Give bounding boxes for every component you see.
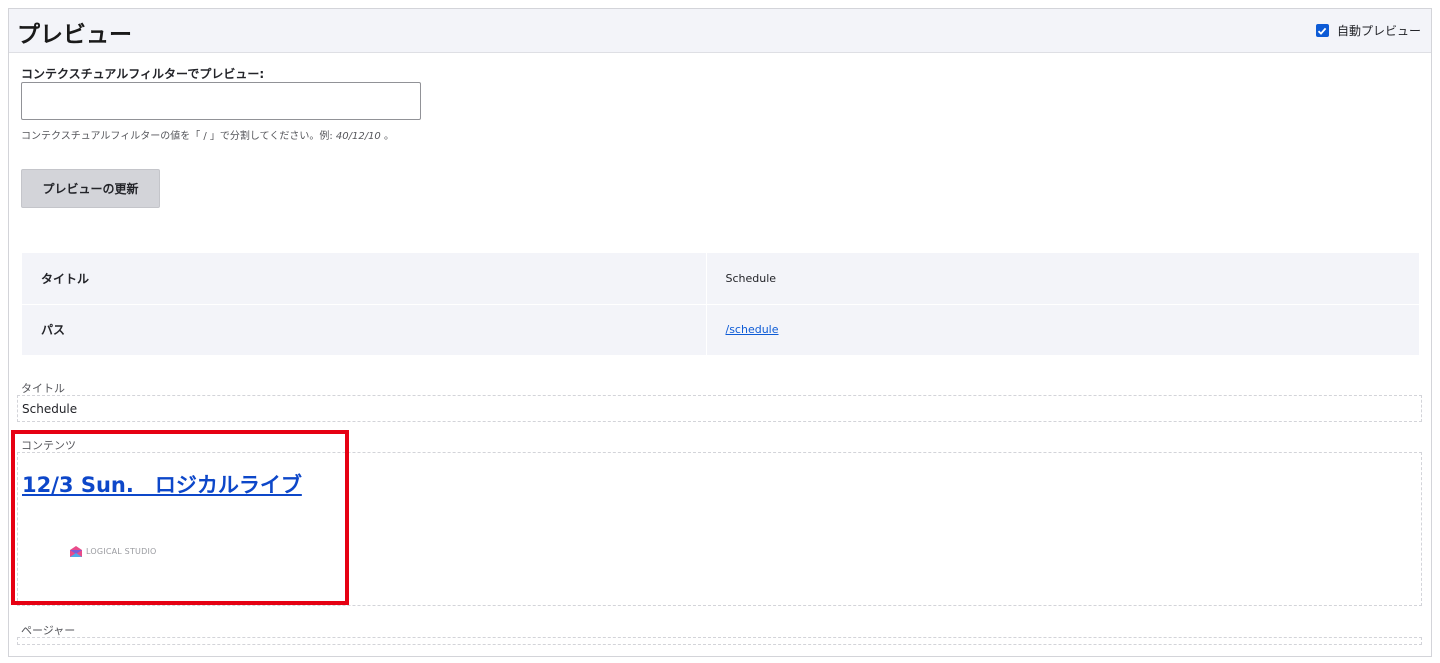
panel-title: プレビュー xyxy=(17,22,132,48)
checkmark-icon xyxy=(1318,27,1327,35)
info-value-path: /schedule xyxy=(706,304,1419,355)
preview-panel: プレビュー 自動プレビュー コンテクスチュアルフィルターでプレビュー: コンテク… xyxy=(8,8,1432,657)
pager-field-label: ページャー xyxy=(21,624,76,637)
highlight-box xyxy=(11,430,349,605)
pager-field-box xyxy=(17,637,1422,645)
update-preview-button[interactable]: プレビューの更新 xyxy=(21,169,160,208)
info-value-title: Schedule xyxy=(706,253,1419,305)
table-row: タイトル Schedule xyxy=(22,253,1419,305)
preview-info-table: タイトル Schedule パス /schedule xyxy=(22,253,1419,355)
auto-preview-toggle[interactable]: 自動プレビュー xyxy=(1315,22,1421,39)
auto-preview-checkbox[interactable] xyxy=(1315,24,1329,37)
filter-description-prefix: コンテクスチュアルフィルターの値を「 / 」で分割してください。例: xyxy=(21,131,336,142)
filter-description: コンテクスチュアルフィルターの値を「 / 」で分割してください。例: 40/12… xyxy=(21,127,394,142)
auto-preview-label: 自動プレビュー xyxy=(1336,24,1421,38)
title-field-box xyxy=(17,395,1422,422)
filter-label: コンテクスチュアルフィルターでプレビュー: xyxy=(21,67,265,81)
info-key-path: パス xyxy=(22,304,707,355)
filter-description-example: 40/12/10 xyxy=(335,131,381,142)
panel-header: プレビュー 自動プレビュー xyxy=(9,9,1431,53)
title-field-label: タイトル xyxy=(21,382,65,395)
path-link[interactable]: /schedule xyxy=(726,323,779,336)
table-row: パス /schedule xyxy=(22,304,1419,355)
info-key-title: タイトル xyxy=(22,253,707,305)
filter-description-suffix: 。 xyxy=(380,131,394,142)
contextual-filter-input[interactable] xyxy=(21,82,421,120)
title-field-value: Schedule xyxy=(22,402,78,416)
